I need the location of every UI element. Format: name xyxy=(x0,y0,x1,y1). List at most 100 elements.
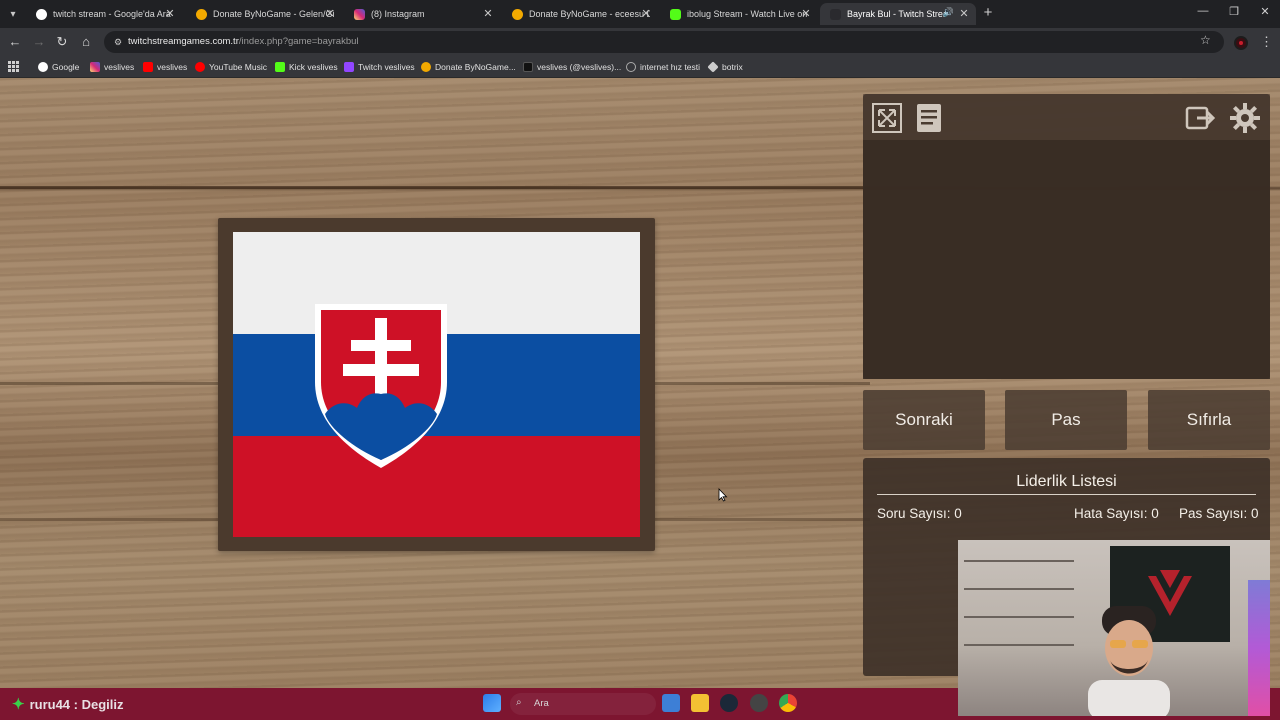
bookmark-speedtest[interactable]: internet hız testi xyxy=(626,60,700,74)
gear-icon[interactable] xyxy=(1229,102,1261,134)
tab-title: twitch stream - Google'da Ara xyxy=(53,9,171,19)
taskbar-search[interactable] xyxy=(510,693,656,715)
fullscreen-icon[interactable] xyxy=(871,102,903,134)
file-explorer-icon[interactable] xyxy=(691,694,709,712)
browser-toolbar: ← → ↻ ⌂ ⚙ twitchstreamgames.com.tr/index… xyxy=(0,28,1280,56)
next-button[interactable]: Sonraki xyxy=(863,390,985,450)
streamer-avatar xyxy=(1088,606,1170,716)
close-icon[interactable]: ✕ xyxy=(324,7,336,20)
bookmark-youtube-music[interactable]: YouTube Music xyxy=(195,60,267,74)
kick-icon xyxy=(670,8,681,20)
botrix-icon xyxy=(707,61,719,73)
close-icon[interactable]: ✕ xyxy=(640,7,652,20)
bookmark-kick[interactable]: Kick veslives xyxy=(275,60,338,74)
reset-button[interactable]: Sıfırla xyxy=(1148,390,1270,450)
question-count: Soru Sayısı: 0 xyxy=(877,506,962,521)
tab-title: (8) Instagram xyxy=(371,9,425,19)
back-icon[interactable]: ← xyxy=(6,33,24,51)
tab-google-search[interactable]: twitch stream - Google'da Ara ✕ xyxy=(26,3,182,25)
instagram-icon xyxy=(90,62,100,72)
webcam-overlay xyxy=(958,540,1270,716)
control-panel xyxy=(863,94,1270,379)
tab-title: ibolug Stream - Watch Live on xyxy=(687,9,808,19)
mouse-cursor-icon xyxy=(718,488,728,502)
tab-instagram[interactable]: (8) Instagram ✕ xyxy=(344,3,500,25)
tab-search-icon[interactable]: ▾ xyxy=(4,5,22,23)
url-text: twitchstreamgames.com.tr/index.php?game=… xyxy=(128,36,359,47)
bookmark-botrix[interactable]: botrix xyxy=(707,60,743,74)
error-count: Hata Sayısı: 0 xyxy=(1074,506,1159,521)
bookmark-google[interactable]: Google xyxy=(38,60,79,74)
tab-bayrak-bul[interactable]: Bayrak Bul - Twitch Stream 🔊 ✕ xyxy=(820,3,976,25)
address-bar[interactable]: ⚙ twitchstreamgames.com.tr/index.php?gam… xyxy=(104,31,1224,53)
bynogame-icon xyxy=(512,8,523,20)
bookmark-bynogame[interactable]: Donate ByNoGame... xyxy=(421,60,516,74)
pass-button[interactable]: Pas xyxy=(1005,390,1127,450)
bookmark-twitch[interactable]: Twitch veslives xyxy=(344,60,415,74)
chrome-icon[interactable] xyxy=(779,694,797,712)
shelf xyxy=(964,560,1074,562)
instagram-icon xyxy=(354,8,365,20)
flag-image xyxy=(233,232,640,537)
home-icon[interactable]: ⌂ xyxy=(77,33,95,51)
game-display-area xyxy=(863,140,1270,379)
bookmark-tiktok[interactable]: veslives (@veslives)... xyxy=(523,60,621,74)
google-icon xyxy=(36,8,47,20)
minimize-icon[interactable]: — xyxy=(1196,5,1210,17)
taskbar-search-text: Ara xyxy=(534,698,549,709)
forward-icon[interactable]: → xyxy=(30,33,48,51)
pass-count: Pas Sayısı: 0 xyxy=(1179,506,1259,521)
bookmark-youtube[interactable]: veslives xyxy=(143,60,187,74)
youtube-music-icon xyxy=(195,62,205,72)
site-info-icon[interactable]: ⚙ xyxy=(112,36,124,48)
bynogame-icon xyxy=(196,8,207,20)
tab-title: Donate ByNoGame - eceesu De xyxy=(529,9,650,19)
speaker-icon[interactable]: 🔊 xyxy=(943,7,954,18)
bookmark-star-icon[interactable]: ☆ xyxy=(1200,33,1211,47)
close-icon[interactable]: ✕ xyxy=(800,7,812,20)
new-tab-button[interactable]: + xyxy=(980,4,996,21)
close-icon[interactable]: ✕ xyxy=(164,7,176,20)
tab-bynogame-2[interactable]: Donate ByNoGame - eceesu De ✕ xyxy=(502,3,658,25)
shelf xyxy=(964,588,1074,590)
restore-icon[interactable]: ❐ xyxy=(1227,5,1241,18)
divider xyxy=(877,494,1256,495)
tab-title: Bayrak Bul - Twitch Stream xyxy=(847,9,945,19)
page-icon xyxy=(830,8,841,20)
shelf xyxy=(964,644,1074,646)
twitch-icon xyxy=(344,62,354,72)
wood-plank-line xyxy=(0,186,870,189)
menu-icon[interactable]: ⋮ xyxy=(1260,34,1273,50)
rgb-light xyxy=(1248,580,1270,716)
document-icon[interactable] xyxy=(913,102,945,134)
tab-bynogame-1[interactable]: Donate ByNoGame - Gelen/Gid ✕ xyxy=(186,3,342,25)
windows-start-icon[interactable] xyxy=(483,694,501,712)
close-icon[interactable]: ✕ xyxy=(958,7,970,20)
leaderboard-title: Liderlik Listesi xyxy=(1016,473,1117,490)
extension-icon[interactable] xyxy=(1234,36,1248,50)
tab-kick[interactable]: ibolug Stream - Watch Live on ✕ xyxy=(660,3,818,25)
tiktok-icon xyxy=(523,62,533,72)
tab-title: Donate ByNoGame - Gelen/Gid xyxy=(213,9,334,19)
youtube-icon xyxy=(143,62,153,72)
steam-icon[interactable] xyxy=(720,694,738,712)
kick-icon xyxy=(275,62,285,72)
chat-message: ✦ ruru44 : Degiliz xyxy=(12,696,124,713)
reload-icon[interactable]: ↻ xyxy=(53,33,71,51)
app-icon[interactable] xyxy=(750,694,768,712)
google-icon xyxy=(38,62,48,72)
shelf xyxy=(964,616,1074,618)
apps-icon[interactable] xyxy=(8,61,19,72)
close-window-icon[interactable]: ✕ xyxy=(1258,5,1272,18)
search-icon: ⌕ xyxy=(516,697,522,708)
bynogame-icon xyxy=(421,62,431,72)
bookmarks-bar: Google veslives veslives YouTube Music K… xyxy=(0,56,1280,78)
bookmark-instagram[interactable]: veslives xyxy=(90,60,134,74)
close-icon[interactable]: ✕ xyxy=(482,7,494,20)
flag-frame xyxy=(218,218,655,551)
star-icon: ✦ xyxy=(12,696,25,713)
speedometer-icon xyxy=(626,62,636,72)
tab-strip: ▾ twitch stream - Google'da Ara ✕ Donate… xyxy=(0,0,1280,28)
photos-icon[interactable] xyxy=(662,694,680,712)
exit-icon[interactable] xyxy=(1185,102,1217,134)
